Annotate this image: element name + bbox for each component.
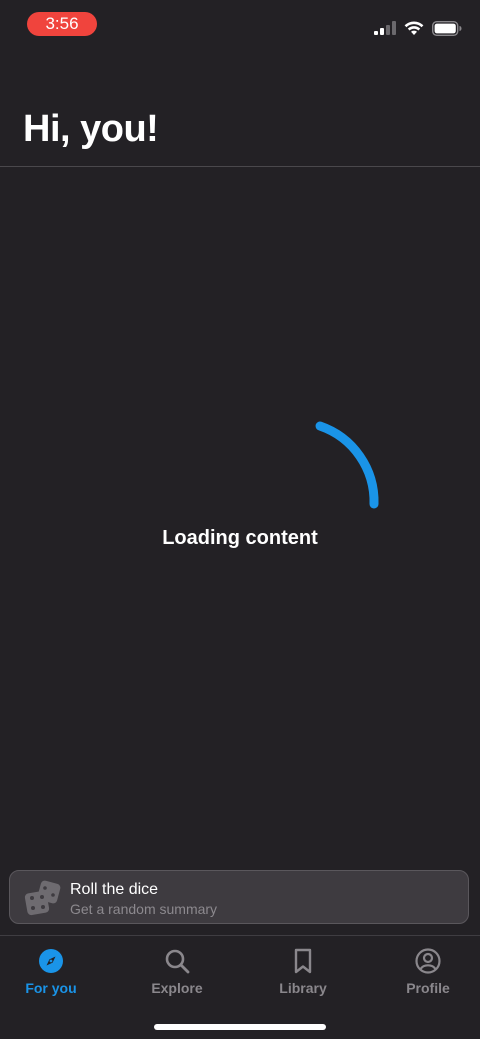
status-bar: 3:56: [0, 0, 480, 48]
tab-explore[interactable]: Explore: [117, 946, 237, 1006]
bookmark-icon: [294, 948, 312, 974]
page-title: Hi, you!: [23, 108, 159, 150]
tab-label: Profile: [406, 980, 450, 996]
wifi-icon: [404, 20, 424, 35]
status-time: 3:56: [27, 12, 97, 36]
home-indicator[interactable]: [154, 1024, 326, 1030]
battery-icon: [432, 20, 462, 36]
loading-text: Loading content: [162, 527, 318, 549]
tab-label: For you: [25, 980, 77, 996]
app-screen: 3:56 Hi, you! Loading content Roll the d…: [0, 0, 480, 1039]
tab-for-you[interactable]: For you: [0, 946, 111, 1006]
compass-icon: [39, 949, 63, 973]
status-icons: [374, 19, 462, 37]
tab-profile[interactable]: Profile: [368, 946, 480, 1006]
roll-the-dice-card[interactable]: Roll the dice Get a random summary: [9, 870, 469, 924]
dice-icon: [24, 880, 61, 916]
profile-icon: [415, 948, 441, 974]
tab-label: Library: [279, 980, 327, 996]
tab-label: Explore: [151, 980, 203, 996]
search-icon: [165, 949, 190, 974]
header-divider: [0, 166, 480, 167]
dice-card-subtitle: Get a random summary: [70, 901, 218, 917]
dice-card-title: Roll the dice: [70, 881, 159, 898]
tab-library[interactable]: Library: [243, 946, 363, 1006]
cellular-signal-icon: [374, 21, 396, 35]
